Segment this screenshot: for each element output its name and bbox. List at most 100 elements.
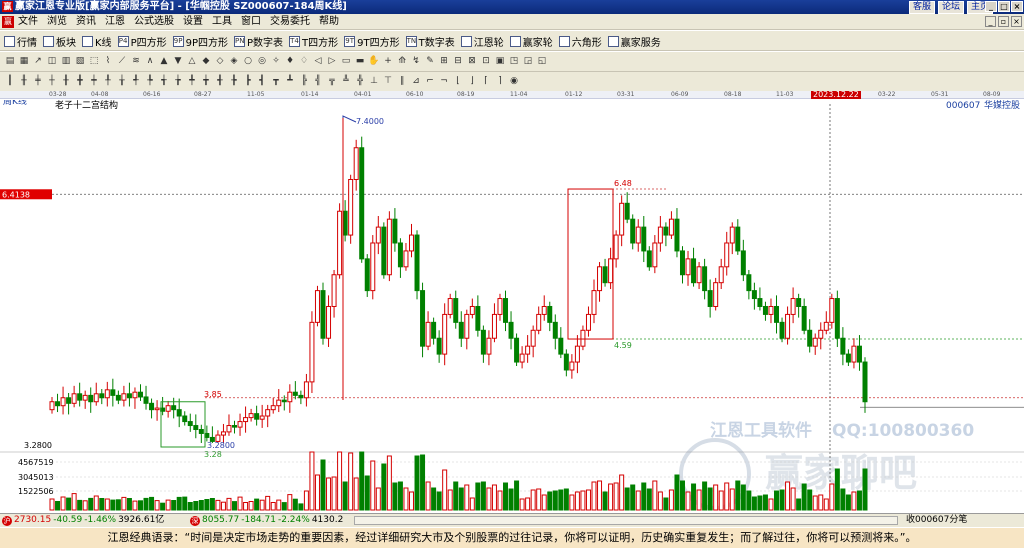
draw-tool-16-icon[interactable]: ◈ bbox=[228, 55, 240, 67]
analysis-tool-6-icon[interactable]: ┿ bbox=[88, 75, 100, 87]
timeline-bar[interactable]: 03-28 04-08 06-16 08-27 11-05 01-14 04-01 06-10… bbox=[0, 91, 1024, 99]
toolbar-item-10[interactable]: 赢家轮 bbox=[509, 34, 553, 49]
toolbar-item-12[interactable]: 赢家服务 bbox=[607, 34, 661, 49]
doc-close-button[interactable]: × bbox=[1011, 16, 1022, 27]
tick-detail-label[interactable]: 收000607分笔 bbox=[906, 514, 967, 527]
toolbar-item-9[interactable]: 江恩轮 bbox=[460, 34, 504, 49]
draw-tool-18-icon[interactable]: ◎ bbox=[256, 55, 268, 67]
draw-tool-37-icon[interactable]: ◲ bbox=[522, 55, 534, 67]
analysis-tool-13-icon[interactable]: ╇ bbox=[186, 75, 198, 87]
analysis-tool-29-icon[interactable]: ⊿ bbox=[410, 75, 422, 87]
draw-tool-6-icon[interactable]: ⬚ bbox=[88, 55, 100, 67]
maximize-button[interactable]: □ bbox=[998, 1, 1010, 12]
draw-tool-23-icon[interactable]: ▷ bbox=[326, 55, 338, 67]
analysis-tool-27-icon[interactable]: ⊤ bbox=[382, 75, 394, 87]
draw-tool-3-icon[interactable]: ◫ bbox=[46, 55, 58, 67]
doc-restore-button[interactable]: ▫ bbox=[998, 16, 1009, 27]
analysis-tool-12-icon[interactable]: ╆ bbox=[172, 75, 184, 87]
draw-tool-27-icon[interactable]: + bbox=[382, 55, 394, 67]
toolbar-item-8[interactable]: TN T数字表 bbox=[405, 34, 455, 49]
service-link[interactable]: 客服 bbox=[909, 1, 936, 14]
toolbar-item-11[interactable]: 六角形 bbox=[558, 34, 602, 49]
toolbar-item-6[interactable]: T4 T四方形 bbox=[289, 34, 338, 49]
menu-settings[interactable]: 设置 bbox=[183, 15, 203, 29]
analysis-tool-9-icon[interactable]: ╃ bbox=[130, 75, 142, 87]
menu-gann[interactable]: 江恩 bbox=[105, 15, 125, 29]
analysis-tool-15-icon[interactable]: ╉ bbox=[214, 75, 226, 87]
analysis-tool-24-icon[interactable]: ╩ bbox=[340, 75, 352, 87]
menu-browse[interactable]: 浏览 bbox=[47, 15, 67, 29]
analysis-tool-0-icon[interactable]: ┃ bbox=[4, 75, 16, 87]
toolbar-item-5[interactable]: PN P数字表 bbox=[234, 34, 283, 49]
sz-index-indicator[interactable]: 深 8055.77 -184.71 -2.24% 4130.2 bbox=[190, 514, 343, 527]
analysis-tool-7-icon[interactable]: ╀ bbox=[102, 75, 114, 87]
analysis-tool-11-icon[interactable]: ╅ bbox=[158, 75, 170, 87]
draw-tool-11-icon[interactable]: ▲ bbox=[158, 55, 170, 67]
toolbar-item-0[interactable]: 行情 bbox=[4, 34, 37, 49]
toolbar-item-4[interactable]: 9P 9P四方形 bbox=[172, 34, 228, 49]
chart-area[interactable]: 江恩工具软件QQ:100800360赢家聊吧jiaoba.yd.com周K线老子… bbox=[0, 100, 1024, 512]
analysis-tool-34-icon[interactable]: ⌈ bbox=[480, 75, 492, 87]
analysis-tool-14-icon[interactable]: ╈ bbox=[200, 75, 212, 87]
draw-tool-8-icon[interactable]: ⟋ bbox=[116, 55, 128, 67]
draw-tool-19-icon[interactable]: ✧ bbox=[270, 55, 282, 67]
menu-info[interactable]: 资讯 bbox=[76, 15, 96, 29]
horizontal-scrollbar[interactable] bbox=[354, 516, 898, 525]
draw-tool-0-icon[interactable]: ▤ bbox=[4, 55, 16, 67]
toolbar-item-3[interactable]: P4 P四方形 bbox=[117, 34, 167, 49]
analysis-tool-21-icon[interactable]: ╠ bbox=[298, 75, 310, 87]
analysis-tool-22-icon[interactable]: ╣ bbox=[312, 75, 324, 87]
draw-tool-30-icon[interactable]: ✎ bbox=[424, 55, 436, 67]
analysis-tool-10-icon[interactable]: ╄ bbox=[144, 75, 156, 87]
sh-index-indicator[interactable]: 沪 2730.15 -40.59 -1.46% 3926.61亿 bbox=[2, 514, 164, 527]
draw-tool-1-icon[interactable]: ▦ bbox=[18, 55, 30, 67]
menu-tools[interactable]: 工具 bbox=[212, 15, 232, 29]
draw-tool-33-icon[interactable]: ⊠ bbox=[466, 55, 478, 67]
analysis-tool-20-icon[interactable]: ┻ bbox=[284, 75, 296, 87]
draw-tool-17-icon[interactable]: ○ bbox=[242, 55, 254, 67]
draw-tool-7-icon[interactable]: ⌇ bbox=[102, 55, 114, 67]
analysis-tool-1-icon[interactable]: ╫ bbox=[18, 75, 30, 87]
draw-tool-2-icon[interactable]: ↗ bbox=[32, 55, 44, 67]
draw-tool-14-icon[interactable]: ◆ bbox=[200, 55, 212, 67]
draw-tool-25-icon[interactable]: ▬ bbox=[354, 55, 366, 67]
toolbar-item-2[interactable]: K线 bbox=[82, 34, 112, 49]
draw-tool-22-icon[interactable]: ◁ bbox=[312, 55, 324, 67]
analysis-tool-25-icon[interactable]: ╬ bbox=[354, 75, 366, 87]
analysis-tool-26-icon[interactable]: ⊥ bbox=[368, 75, 380, 87]
menu-formula[interactable]: 公式选股 bbox=[134, 15, 174, 29]
analysis-tool-17-icon[interactable]: ┣ bbox=[242, 75, 254, 87]
analysis-tool-2-icon[interactable]: ╪ bbox=[32, 75, 44, 87]
draw-tool-36-icon[interactable]: ◳ bbox=[508, 55, 520, 67]
draw-tool-38-icon[interactable]: ◱ bbox=[536, 55, 548, 67]
draw-tool-13-icon[interactable]: △ bbox=[186, 55, 198, 67]
draw-tool-5-icon[interactable]: ▧ bbox=[74, 55, 86, 67]
draw-tool-31-icon[interactable]: ⊞ bbox=[438, 55, 450, 67]
draw-tool-26-icon[interactable]: ✋ bbox=[368, 55, 380, 67]
kline-chart[interactable]: 江恩工具软件QQ:100800360赢家聊吧jiaoba.yd.com周K线老子… bbox=[0, 100, 1024, 512]
analysis-tool-28-icon[interactable]: ∥ bbox=[396, 75, 408, 87]
draw-tool-20-icon[interactable]: ♦ bbox=[284, 55, 296, 67]
menu-trade[interactable]: 交易委托 bbox=[270, 15, 310, 29]
analysis-tool-31-icon[interactable]: ¬ bbox=[438, 75, 450, 87]
analysis-tool-35-icon[interactable]: ⌉ bbox=[494, 75, 506, 87]
analysis-tool-33-icon[interactable]: ⌋ bbox=[466, 75, 478, 87]
draw-tool-29-icon[interactable]: ↯ bbox=[410, 55, 422, 67]
draw-tool-35-icon[interactable]: ▣ bbox=[494, 55, 506, 67]
analysis-tool-5-icon[interactable]: ╋ bbox=[74, 75, 86, 87]
toolbar-item-1[interactable]: 板块 bbox=[43, 34, 76, 49]
doc-minimize-button[interactable]: _ bbox=[985, 16, 996, 27]
analysis-tool-4-icon[interactable]: ╂ bbox=[60, 75, 72, 87]
analysis-tool-19-icon[interactable]: ┳ bbox=[270, 75, 282, 87]
draw-tool-10-icon[interactable]: ∧ bbox=[144, 55, 156, 67]
close-button[interactable]: × bbox=[1011, 1, 1023, 12]
analysis-tool-8-icon[interactable]: ╁ bbox=[116, 75, 128, 87]
menu-window[interactable]: 窗口 bbox=[241, 15, 261, 29]
menu-file[interactable]: 文件 bbox=[18, 15, 38, 29]
draw-tool-28-icon[interactable]: ⟰ bbox=[396, 55, 408, 67]
draw-tool-4-icon[interactable]: ▥ bbox=[60, 55, 72, 67]
analysis-tool-18-icon[interactable]: ┫ bbox=[256, 75, 268, 87]
draw-tool-9-icon[interactable]: ≋ bbox=[130, 55, 142, 67]
draw-tool-24-icon[interactable]: ▭ bbox=[340, 55, 352, 67]
draw-tool-34-icon[interactable]: ⊡ bbox=[480, 55, 492, 67]
